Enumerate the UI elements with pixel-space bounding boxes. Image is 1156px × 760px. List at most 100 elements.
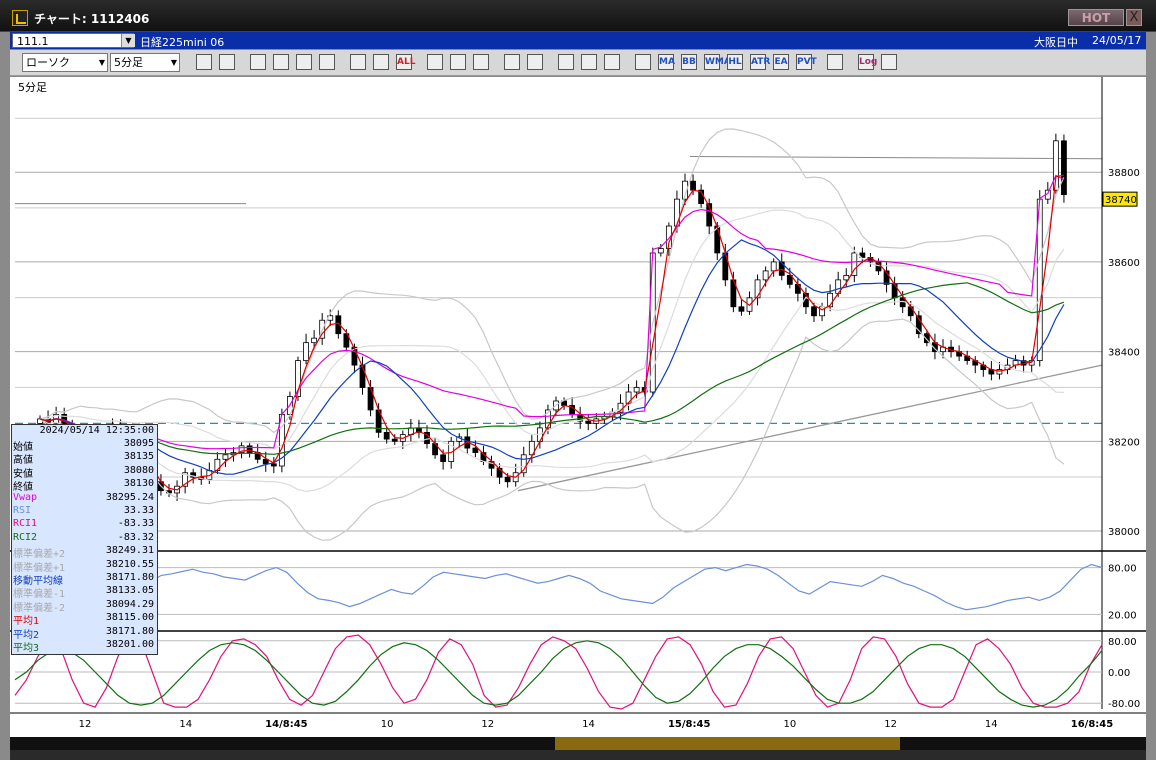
legend-row: 平均1 38115.00 (13, 612, 156, 627)
window-icon[interactable] (827, 54, 843, 70)
legend-row: 標準偏差-1 38133.05 (13, 585, 156, 600)
trade-date: 24/05/17 (1092, 34, 1142, 47)
legend-value: 38171.80 (105, 572, 154, 583)
document-icon[interactable] (504, 54, 520, 70)
data-legend: 2024/05/14 12:35:00 始値 38095 高値 38135 安値 3808… (11, 424, 158, 655)
candle-body (311, 337, 318, 344)
candle-body (690, 180, 696, 191)
symbol-info-bar: 111.1 ▼ 日経225mini 06 大阪日中 24/05/17 (10, 32, 1146, 49)
chart-toolbar: ローソク ▼ 5分足 ▼ ALL MA BB WMA HL ATR EA PVT Log (10, 50, 1146, 76)
candle-body (811, 306, 817, 317)
candle-body (657, 248, 664, 254)
search-chart-icon[interactable] (273, 54, 289, 70)
legend-datetime: 2024/05/14 12:35:00 (39, 425, 154, 436)
lock-icon[interactable] (319, 54, 335, 70)
legend-row: 移動平均線 38171.80 (13, 572, 156, 587)
rsi-tick-label: 20.00 (1108, 610, 1137, 621)
hl-icon[interactable]: HL (727, 54, 743, 70)
all-icon[interactable]: ALL (396, 54, 415, 70)
chart-type-select[interactable]: ローソク ▼ (22, 53, 108, 72)
price-tick-label: 38600 (1108, 258, 1140, 269)
candle-body (359, 364, 366, 388)
rsi-line (14, 563, 1103, 611)
legend-value: 38130 (123, 478, 154, 490)
color-icon[interactable] (604, 54, 620, 70)
time-tick-label: 10 (381, 719, 394, 730)
atr-icon[interactable]: ATR (750, 54, 770, 70)
download-icon[interactable] (250, 54, 266, 70)
candle-body (1061, 140, 1067, 196)
candle-body (907, 306, 914, 317)
legend-row: 平均2 38171.80 (13, 626, 156, 641)
candle-body (762, 270, 769, 281)
legend-value: 38115.00 (105, 612, 154, 624)
candle-body (270, 463, 277, 467)
drawn-horizontal-line (689, 156, 1103, 160)
line-tool-icon[interactable] (450, 54, 466, 70)
candle-body (585, 420, 592, 424)
rci-tick-label: 80.00 (1108, 637, 1137, 648)
legend-value: -83.33 (117, 518, 154, 530)
crosshair-icon[interactable] (219, 54, 235, 70)
trash-icon[interactable] (527, 54, 543, 70)
legend-key: RCI1 (13, 518, 38, 530)
time-tick-label: 14 (985, 719, 998, 730)
legend-key: RCI2 (13, 531, 38, 543)
compare-icon[interactable] (296, 54, 312, 70)
legend-value: 38094.29 (105, 598, 154, 610)
symbol-code-input[interactable]: 111.1 ▼ (12, 33, 135, 48)
legend-row: 標準偏差-2 38094.29 (13, 598, 156, 614)
candle-body (633, 387, 640, 393)
title-bar: チャート: 1112406 HOT X (0, 0, 1156, 32)
rci2-line (14, 640, 1103, 708)
price-tick-label: 38800 (1108, 168, 1140, 179)
export-icon[interactable] (881, 54, 897, 70)
period-select[interactable]: 5分足 ▼ (110, 53, 180, 72)
bollinger-band-line (39, 318, 1065, 541)
settings-icon[interactable] (558, 54, 574, 70)
legend-key: 平均3 (13, 643, 40, 654)
candle-body (770, 261, 777, 272)
candle-body (222, 454, 229, 460)
candle-body (1052, 140, 1059, 191)
panel-label: 5分足 (18, 81, 47, 94)
legend-row: 高値 38135 (13, 451, 156, 466)
log-icon[interactable]: Log (858, 54, 877, 70)
candle-icon[interactable] (350, 54, 366, 70)
time-tick-label: 14/8:45 (265, 719, 307, 730)
close-button[interactable]: X (1126, 9, 1142, 26)
zoom-icon[interactable] (196, 54, 212, 70)
market-name: 大阪日中 (1034, 36, 1078, 49)
chart-canvas[interactable]: 5分足 38000 38200 38400 38600 38800 38740 20.00 80… (10, 77, 1146, 737)
pvt-icon[interactable]: PVT (796, 54, 817, 70)
pointer-icon[interactable] (473, 54, 489, 70)
hot-button[interactable]: HOT (1068, 9, 1124, 26)
chart-area[interactable]: 5分足 38000 38200 38400 38600 38800 38740 20.00 80… (10, 77, 1146, 737)
indicator-1-icon[interactable] (635, 54, 651, 70)
chevron-down-icon[interactable]: ▼ (121, 34, 135, 47)
scrollbar-thumb[interactable] (555, 737, 900, 750)
candle-body (246, 445, 253, 453)
legend-row: 平均3 38201.00 (13, 639, 156, 654)
time-scrollbar[interactable] (10, 737, 1146, 750)
bollinger-band-line (39, 296, 1064, 493)
time-tick-label: 12 (79, 719, 92, 730)
legend-row: Vwap 38295.24 (13, 492, 156, 505)
legend-key: Vwap (13, 491, 38, 503)
current-price-label: 38740 (1105, 195, 1137, 206)
rsi-tick-label: 80.00 (1108, 564, 1137, 575)
instrument-name: 日経225mini 06 (140, 36, 225, 49)
candle-alt-icon[interactable] (373, 54, 389, 70)
ma-icon[interactable]: MA (658, 54, 675, 70)
candle-body (754, 279, 761, 299)
chevron-down-icon: ▼ (170, 58, 177, 67)
bb-icon[interactable]: BB (681, 54, 697, 70)
legend-row: RCI1 -83.33 (13, 518, 156, 531)
ea-icon[interactable]: EA (773, 54, 789, 70)
candle-body (383, 431, 390, 440)
tool-icon[interactable] (581, 54, 597, 70)
time-tick-label: 14 (582, 719, 595, 730)
pen-icon[interactable] (427, 54, 443, 70)
legend-value: 33.33 (123, 505, 154, 516)
wma-icon[interactable]: WMA (704, 54, 731, 70)
